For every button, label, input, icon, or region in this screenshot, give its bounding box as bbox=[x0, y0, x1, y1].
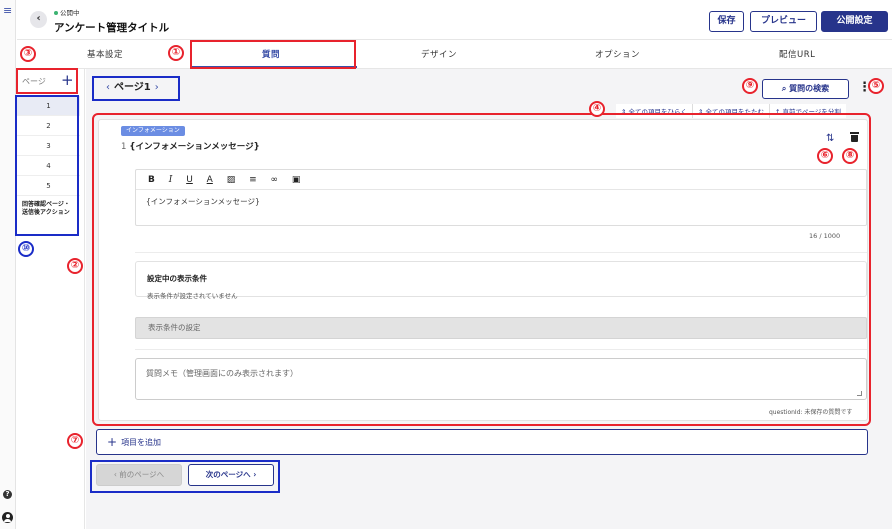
collapse-all-label: 全ての項目をたたむ bbox=[705, 106, 765, 116]
question-title-text: {インフォメーションメッセージ} bbox=[129, 142, 260, 152]
annotation-3: ③ bbox=[20, 46, 36, 62]
page-item-2[interactable]: 2 bbox=[17, 116, 80, 136]
collapse-all-button[interactable]: ⇕ 全ての項目をたたむ bbox=[692, 104, 770, 118]
tab-delivery-url[interactable]: 配信URL bbox=[779, 48, 815, 60]
page-item-5[interactable]: 5 bbox=[17, 176, 80, 196]
divider bbox=[135, 349, 867, 350]
annotation-5: ⑤ bbox=[868, 78, 884, 94]
annotation-9: ⑨ bbox=[742, 78, 758, 94]
reorder-icon[interactable]: ⇅ bbox=[826, 133, 834, 144]
page-title: アンケート管理タイトル bbox=[54, 22, 170, 34]
condition-status: 表示条件が設定されていません bbox=[147, 292, 238, 300]
expand-all-label: 全ての項目をひらく bbox=[628, 106, 688, 116]
annotation-4: ④ bbox=[589, 101, 605, 117]
user-account-icon[interactable] bbox=[2, 512, 13, 523]
chevron-right-icon[interactable]: › bbox=[155, 82, 159, 93]
add-item-button[interactable]: + 項目を追加 bbox=[96, 429, 868, 455]
save-button[interactable]: 保存 bbox=[709, 11, 744, 32]
confirmation-page-item[interactable]: 回答確認ページ・ 送信後アクション bbox=[17, 196, 80, 222]
annotation-6: ⑥ bbox=[817, 148, 833, 164]
previous-page-label: 前のページへ bbox=[119, 470, 165, 479]
split-page-button[interactable]: ↑ 直前でページを分割 bbox=[769, 104, 846, 118]
condition-heading: 設定中の表示条件 bbox=[147, 274, 207, 283]
publish-settings-button[interactable]: 公開設定 bbox=[821, 11, 888, 32]
next-page-label: 次のページへ bbox=[205, 470, 251, 479]
italic-icon[interactable]: I bbox=[169, 170, 173, 190]
pages-sidebar: ページ + 1 2 3 4 5 回答確認ページ・ 送信後アクション bbox=[17, 69, 85, 529]
plus-icon: + bbox=[107, 435, 118, 449]
pages-header: ページ + bbox=[17, 69, 85, 94]
resize-handle-icon[interactable] bbox=[857, 391, 862, 396]
preview-button[interactable]: プレビュー bbox=[750, 11, 817, 32]
status-text: 公開中 bbox=[60, 9, 80, 17]
annotation-2: ② bbox=[67, 258, 83, 274]
active-tab-underline bbox=[191, 66, 357, 68]
main-content: ‹ ページ1 › ⌕ 質問の検索 ⋮ ⇕ 全ての項目をひらく ⇕ 全ての項目をたたむ ↑… bbox=[86, 69, 892, 529]
editor-toolbar: B I U A ▨ ≡ ∞ ▣ bbox=[136, 170, 866, 190]
rich-text-editor[interactable]: B I U A ▨ ≡ ∞ ▣ {インフォメーションメッセージ} bbox=[135, 169, 867, 226]
current-page-label: ページ1 bbox=[114, 82, 151, 93]
question-title: 1 {インフォメーションメッセージ} bbox=[121, 140, 260, 152]
app-rail: ≡ ? bbox=[0, 0, 16, 529]
item-toolbar: ⇕ 全ての項目をひらく ⇕ 全ての項目をたたむ ↑ 直前でページを分割 bbox=[616, 104, 846, 119]
chevron-left-icon[interactable]: ‹ bbox=[106, 82, 110, 93]
annotation-1: ① bbox=[168, 45, 184, 61]
display-condition-box: 設定中の表示条件 表示条件が設定されていません bbox=[135, 261, 867, 300]
next-page-button[interactable]: 次のページへ › bbox=[188, 464, 274, 486]
align-icon[interactable]: ≡ bbox=[249, 170, 257, 190]
page-header: ‹ 公開中 アンケート管理タイトル 保存 プレビュー 公開設定 bbox=[17, 0, 892, 40]
font-color-icon[interactable]: A bbox=[207, 170, 213, 190]
back-button[interactable]: ‹ bbox=[30, 11, 47, 28]
divider bbox=[135, 252, 867, 253]
split-page-label: 直前でページを分割 bbox=[782, 106, 841, 116]
underline-icon[interactable]: U bbox=[186, 170, 193, 190]
trash-icon[interactable] bbox=[850, 132, 859, 142]
previous-page-button[interactable]: ‹ 前のページへ bbox=[96, 464, 182, 486]
hamburger-menu-icon[interactable]: ≡ bbox=[3, 4, 12, 17]
pages-label: ページ bbox=[22, 77, 46, 86]
page-item-3[interactable]: 3 bbox=[17, 136, 80, 156]
status-indicator: 公開中 bbox=[54, 7, 80, 17]
question-card: インフォメーション 1 {インフォメーションメッセージ} ⇅ B I U A ▨ … bbox=[98, 119, 868, 421]
question-search-button[interactable]: ⌕ 質問の検索 bbox=[762, 79, 849, 99]
help-icon[interactable]: ? bbox=[3, 490, 12, 499]
add-page-plus-icon[interactable]: + bbox=[61, 71, 74, 89]
image-icon[interactable]: ▣ bbox=[292, 170, 301, 190]
set-condition-button[interactable]: 表示条件の設定 bbox=[135, 317, 867, 339]
annotation-8: ⑧ bbox=[842, 148, 858, 164]
tab-options[interactable]: オプション bbox=[595, 48, 640, 60]
question-type-badge: インフォメーション bbox=[121, 126, 185, 136]
question-search-label: 質問の検索 bbox=[789, 84, 830, 93]
question-id: questionId: 未保存の質問です bbox=[769, 409, 853, 416]
annotation-7: ⑦ bbox=[67, 433, 83, 449]
page-list: 1 2 3 4 5 回答確認ページ・ 送信後アクション bbox=[17, 96, 80, 222]
character-count: 16 / 1000 bbox=[809, 232, 841, 240]
question-number: 1 bbox=[121, 142, 127, 152]
annotation-10: ⑩ bbox=[18, 241, 34, 257]
expand-all-button[interactable]: ⇕ 全ての項目をひらく bbox=[616, 104, 693, 118]
link-icon[interactable]: ∞ bbox=[271, 170, 279, 190]
add-item-label: 項目を追加 bbox=[121, 438, 162, 447]
tab-design[interactable]: デザイン bbox=[421, 48, 457, 60]
tab-bar: 基本設定 質問 デザイン オプション 配信URL bbox=[17, 41, 892, 69]
page-item-4[interactable]: 4 bbox=[17, 156, 80, 176]
question-memo-field[interactable]: 質問メモ（管理画面にのみ表示されます） bbox=[135, 358, 867, 400]
memo-placeholder: 質問メモ（管理画面にのみ表示されます） bbox=[146, 369, 298, 378]
editor-content[interactable]: {インフォメーションメッセージ} bbox=[136, 190, 866, 213]
bold-icon[interactable]: B bbox=[148, 170, 155, 190]
tab-basic-settings[interactable]: 基本設定 bbox=[87, 48, 123, 60]
background-color-icon[interactable]: ▨ bbox=[227, 170, 236, 190]
page-navigator: ‹ ページ1 › bbox=[96, 77, 169, 99]
status-dot-icon bbox=[54, 11, 58, 15]
page-item-1[interactable]: 1 bbox=[17, 96, 80, 116]
page-pager: ‹ 前のページへ 次のページへ › bbox=[94, 461, 278, 490]
tab-questions[interactable]: 質問 bbox=[262, 48, 280, 60]
